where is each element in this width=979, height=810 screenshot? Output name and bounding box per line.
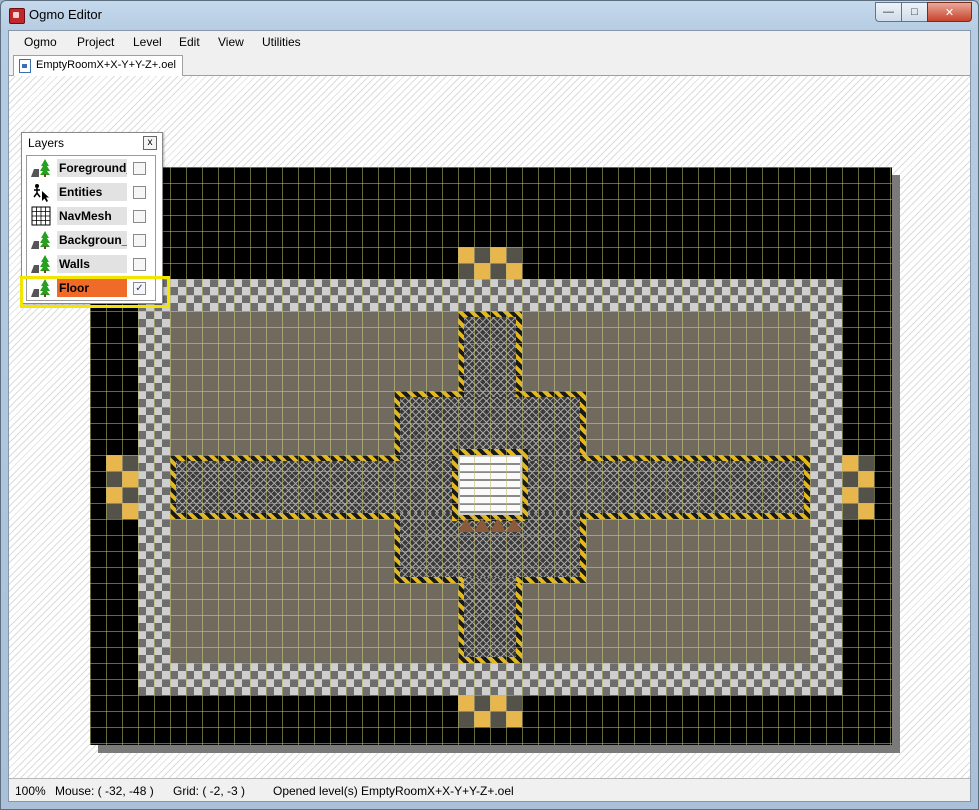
menu-edit[interactable]: Edit <box>179 35 200 49</box>
layer-name: Foreground_ <box>57 159 127 177</box>
spike <box>490 518 506 532</box>
layer-visibility-checkbox[interactable] <box>133 186 146 199</box>
menu-ogmo[interactable]: Ogmo <box>24 35 57 49</box>
title-bar[interactable]: Ogmo Editor — □ ✕ <box>1 1 978 29</box>
layer-name: Walls <box>57 255 127 273</box>
client-area: Ogmo Project Level Edit View Utilities E… <box>8 30 971 802</box>
layer-visibility-checkbox[interactable] <box>133 258 146 271</box>
layer-row-walls[interactable]: Walls <box>27 252 155 276</box>
maximize-button[interactable]: □ <box>901 2 928 22</box>
menu-bar: Ogmo Project Level Edit View Utilities <box>9 31 970 53</box>
tree-tiles-icon <box>31 231 50 249</box>
layer-row-entities[interactable]: Entities <box>27 180 155 204</box>
stairs <box>458 455 522 515</box>
entity-cursor-icon <box>33 184 49 202</box>
tree-tiles-icon <box>31 159 50 177</box>
layer-visibility-checkbox[interactable] <box>133 210 146 223</box>
close-button[interactable]: ✕ <box>927 2 972 22</box>
layers-title: Layers <box>28 136 65 150</box>
layer-name: Backgroun_ <box>57 231 127 249</box>
layer-name: Entities <box>57 183 127 201</box>
tab-label: EmptyRoomX+X-Y+Y-Z+.oel <box>36 59 176 71</box>
layer-name: NavMesh <box>57 207 127 225</box>
layer-row-background[interactable]: Backgroun_ <box>27 228 155 252</box>
minimize-button[interactable]: — <box>875 2 902 22</box>
selected-layer-highlight <box>20 276 170 308</box>
layer-row-navmesh[interactable]: NavMesh <box>27 204 155 228</box>
layers-close-button[interactable]: x <box>143 136 157 150</box>
ogmo-app-icon <box>9 8 25 24</box>
window-title: Ogmo Editor <box>29 7 102 22</box>
layer-visibility-checkbox[interactable] <box>133 234 146 247</box>
door-left <box>106 455 138 519</box>
grid-icon <box>31 206 51 226</box>
tree-tiles-icon <box>31 255 50 273</box>
level-view[interactable] <box>90 167 892 745</box>
status-bar: 100% Mouse: ( -32, -48 ) Grid: ( -2, -3 … <box>9 778 970 801</box>
status-zoom: 100% <box>15 784 46 798</box>
window-controls: — □ ✕ <box>875 2 972 22</box>
menu-level[interactable]: Level <box>133 35 162 49</box>
door-right <box>842 455 874 519</box>
tab-level-file[interactable]: EmptyRoomX+X-Y+Y-Z+.oel <box>13 55 183 76</box>
spike <box>474 518 490 532</box>
level-file-icon <box>19 59 31 73</box>
spike <box>506 518 522 532</box>
door-top <box>458 247 522 279</box>
status-message: Opened level(s) EmptyRoomX+X-Y+Y-Z+.oel <box>273 784 514 798</box>
layer-row-foreground[interactable]: Foreground_ <box>27 156 155 180</box>
status-mouse: Mouse: ( -32, -48 ) <box>55 784 154 798</box>
menu-project[interactable]: Project <box>77 35 114 49</box>
app-window: Ogmo Editor — □ ✕ Ogmo Project Level Edi… <box>0 0 979 810</box>
spike <box>458 518 474 532</box>
door-bottom <box>458 695 522 727</box>
status-grid: Grid: ( -2, -3 ) <box>173 784 246 798</box>
level-canvas[interactable]: Layers x Foreground_ Entities NavMesh Ba… <box>9 76 970 778</box>
menu-view[interactable]: View <box>218 35 244 49</box>
layer-visibility-checkbox[interactable] <box>133 162 146 175</box>
menu-utilities[interactable]: Utilities <box>262 35 301 49</box>
tab-strip: EmptyRoomX+X-Y+Y-Z+.oel <box>9 53 970 76</box>
